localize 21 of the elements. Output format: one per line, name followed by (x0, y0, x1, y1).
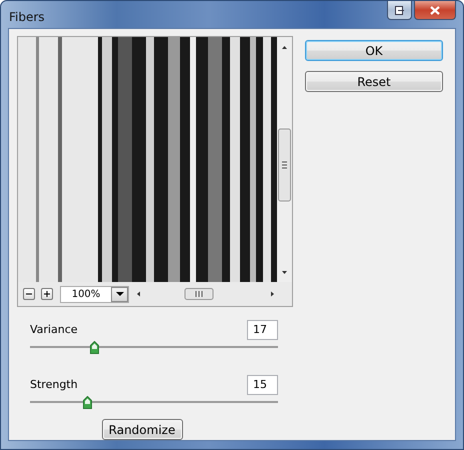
slider-thumb[interactable] (83, 396, 92, 409)
ok-button[interactable]: OK (305, 40, 443, 61)
value-field[interactable]: 15 (247, 374, 278, 394)
window-title: Fibers (9, 10, 45, 24)
restore-button[interactable] (387, 1, 412, 20)
slider-thumb[interactable] (90, 341, 100, 354)
slider-label: Strength (30, 378, 78, 391)
slider-label: Variance (30, 323, 78, 336)
randomize-button[interactable]: Randomize (102, 419, 182, 440)
zoom-out-button[interactable] (23, 288, 35, 300)
minus-icon (26, 291, 32, 297)
value-field[interactable]: 17 (247, 320, 278, 340)
reset-button[interactable]: Reset (305, 71, 443, 92)
dropdown-button[interactable] (111, 286, 128, 302)
restore-icon (394, 6, 404, 14)
close-icon (430, 6, 440, 14)
caret-icon (116, 292, 124, 296)
zoom-field[interactable]: 100% (60, 286, 129, 302)
plus-icon (44, 291, 50, 297)
zoom-in-button[interactable] (41, 288, 53, 300)
close-button[interactable] (414, 1, 456, 20)
